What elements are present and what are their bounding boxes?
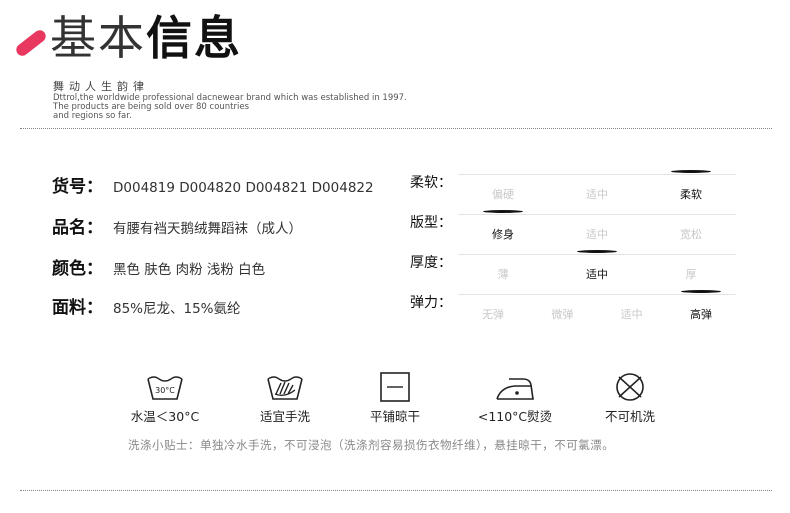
scale-option: 柔软 [680, 188, 702, 201]
hand-wash-icon [267, 376, 303, 400]
care-label: <110°C熨烫 [477, 409, 553, 424]
info-row-sku: 货号： D004819 D004820 D004821 D004822 [52, 172, 374, 202]
care-label: 不可机洗 [604, 409, 655, 424]
scale-selected-marker [681, 290, 721, 293]
divider-top [20, 128, 772, 129]
care-label: 适宜手洗 [259, 409, 310, 424]
divider-bottom [20, 490, 772, 491]
scale-selected-marker [577, 250, 617, 253]
care-wash-30: 30°C 水温＜30°C [110, 372, 220, 425]
info-value: D004819 D004820 D004821 D004822 [113, 180, 374, 196]
scale-row: 柔软： 偏硬 适中 柔软 [410, 170, 736, 212]
scale-label: 柔软： [410, 175, 452, 191]
care-hand-wash: 适宜手洗 [230, 372, 340, 425]
care-flat-dry: 平铺晾干 [340, 372, 450, 425]
wash-temp-text: 30°C [155, 386, 175, 395]
care-no-machine-wash: 不可机洗 [575, 372, 685, 425]
scale-option: 适中 [620, 308, 643, 321]
scale-row: 版型： 修身 适中 宽松 [410, 210, 736, 252]
scale-row: 厚度： 薄 适中 厚 [410, 250, 736, 292]
scale-option: 适中 [586, 268, 608, 281]
no-machine-wash-icon [616, 373, 644, 401]
info-value: 85%尼龙、15%氨纶 [113, 301, 241, 317]
care-label: 水温＜30°C [130, 409, 200, 424]
info-value: 有腰有裆天鹅绒舞蹈袜（成人） [113, 221, 302, 237]
scale-option: 厚 [685, 268, 697, 281]
info-row-fabric: 面料： 85%尼龙、15%氨纶 [52, 293, 241, 323]
scale-row: 弹力： 无弹 微弹 适中 高弹 [410, 290, 736, 332]
scale-selected-marker [483, 210, 523, 213]
scale-option: 高弹 [690, 308, 712, 321]
scale-label: 版型： [410, 215, 452, 231]
scale-option: 适中 [586, 228, 608, 241]
scale-option: 微弹 [551, 308, 574, 321]
scale-option: 无弹 [482, 308, 504, 321]
scale-label: 厚度： [410, 255, 452, 271]
care-tip: 洗涤小贴士：单独冷水手洗，不可浸泡（洗涤剂容易损伤衣物纤维），悬挂晾干，不可氯漂… [128, 438, 615, 452]
wash-30-icon: 30°C [147, 376, 183, 400]
info-label: 颜色： [52, 259, 103, 279]
iron-icon [496, 378, 534, 400]
title-part-1: 基本 [50, 11, 146, 65]
brand-description: Dttrol,the worldwide professional dacnew… [53, 93, 407, 121]
flat-dry-icon [380, 372, 410, 402]
info-row-name: 品名： 有腰有裆天鹅绒舞蹈袜（成人） [52, 213, 302, 243]
scale-option: 偏硬 [492, 188, 514, 201]
scale-label: 弹力： [410, 295, 452, 311]
accent-mark [13, 27, 49, 59]
scale-track [458, 174, 736, 175]
page-title: 基本信息 [50, 10, 242, 66]
info-value: 黑色 肤色 肉粉 浅粉 白色 [113, 262, 266, 278]
info-label: 货号： [52, 177, 103, 197]
scale-track [458, 294, 736, 295]
info-label: 面料： [52, 298, 103, 318]
info-label: 品名： [52, 218, 103, 238]
scale-option: 修身 [492, 228, 514, 241]
scale-track [458, 214, 736, 215]
care-iron: <110°C熨烫 [460, 372, 570, 425]
subtitle: 舞动人生韵律 [53, 80, 149, 93]
title-part-2: 信息 [146, 11, 242, 65]
care-label: 平铺晾干 [369, 409, 420, 424]
scale-option: 薄 [497, 268, 509, 281]
scale-option: 宽松 [680, 228, 702, 241]
scale-selected-marker [671, 170, 711, 173]
info-row-color: 颜色： 黑色 肤色 肉粉 浅粉 白色 [52, 254, 265, 284]
scale-track [458, 254, 736, 255]
scale-option: 适中 [586, 188, 608, 201]
